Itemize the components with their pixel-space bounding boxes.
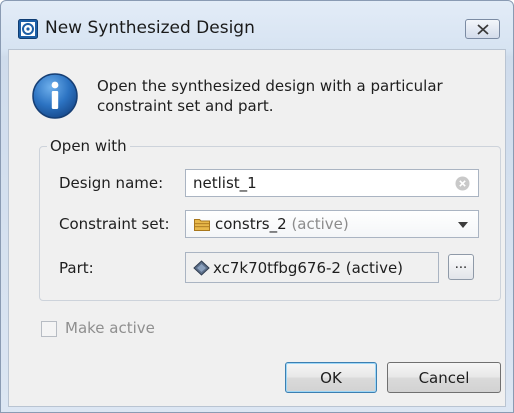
- make-active-label: Make active: [65, 319, 155, 337]
- info-icon: [32, 73, 78, 119]
- title-bar[interactable]: New Synthesized Design: [1, 1, 513, 49]
- constraint-set-dropdown[interactable]: constrs_2 (active): [185, 210, 479, 238]
- ok-button[interactable]: OK: [285, 362, 377, 393]
- constraint-set-label: Constraint set:: [59, 215, 170, 233]
- close-button[interactable]: [465, 19, 500, 39]
- part-value: xc7k70tfbg676-2 (active): [213, 258, 404, 277]
- design-name-field[interactable]: netlist_1: [185, 169, 479, 197]
- constraint-set-value: constrs_2: [215, 215, 287, 233]
- clear-icon[interactable]: [455, 176, 470, 191]
- chevron-down-icon[interactable]: [458, 222, 468, 228]
- chip-icon: [193, 259, 210, 276]
- browse-part-button[interactable]: ...: [448, 254, 474, 280]
- constraint-set-status: (active): [291, 215, 349, 233]
- info-message: Open the synthesized design with a parti…: [97, 77, 443, 115]
- cancel-button[interactable]: Cancel: [387, 362, 501, 393]
- window-title: New Synthesized Design: [45, 18, 255, 38]
- design-name-value: netlist_1: [193, 174, 257, 192]
- close-icon: [476, 23, 489, 35]
- part-label: Part:: [59, 259, 94, 277]
- dialog-window: New Synthesized Design Open the synthesi…: [0, 0, 514, 413]
- folder-icon: [194, 219, 210, 231]
- part-field: xc7k70tfbg676-2 (active): [185, 252, 439, 283]
- app-icon: [18, 19, 38, 39]
- make-active-checkbox[interactable]: [41, 321, 57, 337]
- design-name-label: Design name:: [59, 174, 164, 192]
- group-title: Open with: [47, 137, 130, 155]
